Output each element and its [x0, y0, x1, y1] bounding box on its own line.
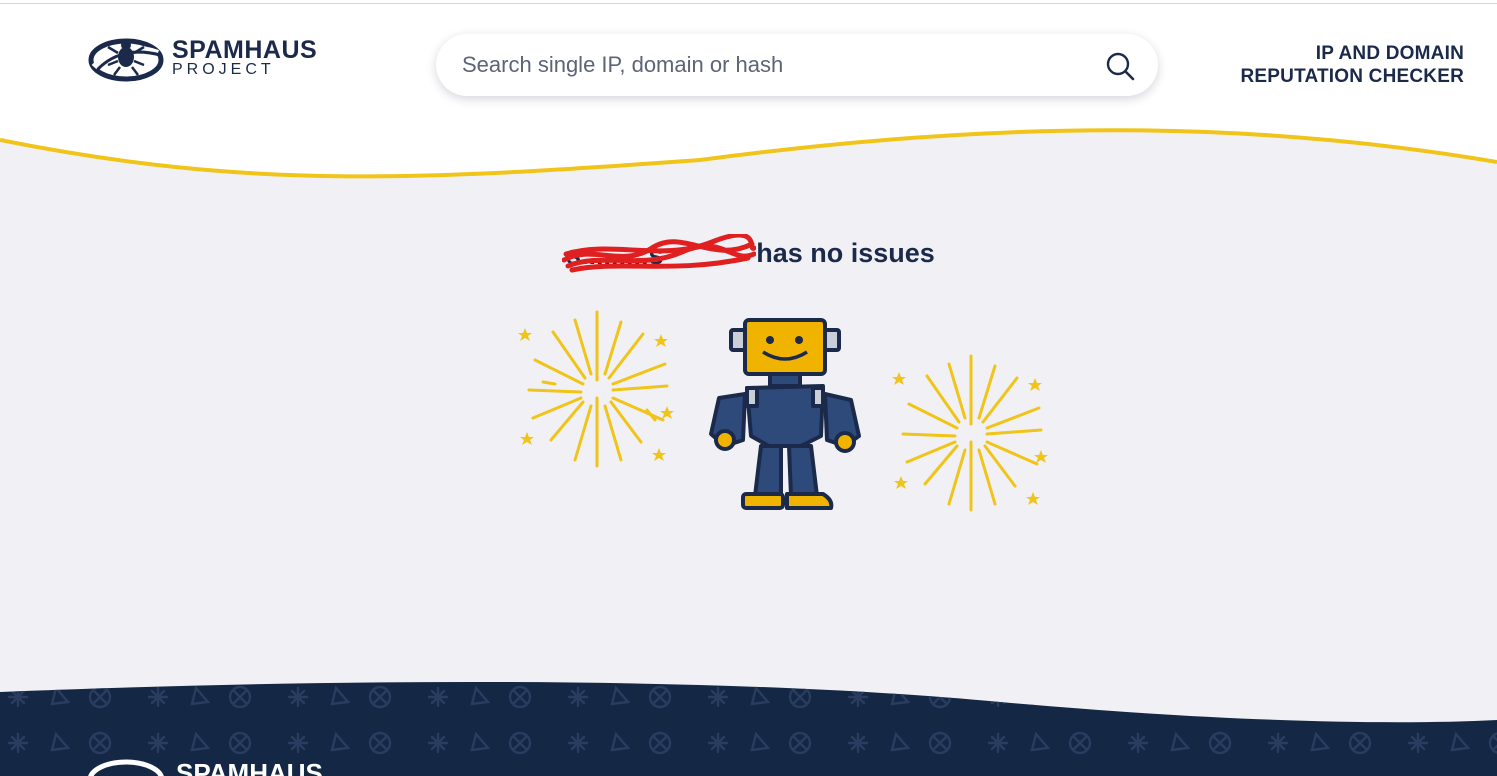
result-heading: s.........s has no issues	[0, 233, 1497, 273]
tagline-line-1: IP AND DOMAIN	[1315, 43, 1464, 64]
redacted-subject: s.........s	[562, 233, 757, 273]
header-wave-divider	[0, 110, 1497, 200]
firework-icon	[527, 310, 669, 468]
logo-sub: PROJECT	[172, 61, 275, 78]
tagline: IP AND DOMAIN REPUTATION CHECKER	[1240, 42, 1464, 88]
spamhaus-logo-icon	[88, 38, 164, 82]
logo-name: SPAMHAUS	[172, 36, 318, 64]
result-message: has no issues	[756, 238, 935, 268]
footer-logo-name: SPAMHAUS	[176, 758, 323, 776]
robot-illustration	[709, 318, 861, 510]
spamhaus-logo[interactable]: SPAMHAUS PROJECT	[88, 32, 378, 84]
search-icon[interactable]	[1104, 50, 1136, 82]
footer: SPAMHAUS	[0, 681, 1497, 776]
search-input[interactable]	[462, 52, 1062, 78]
firework-icon	[901, 354, 1043, 512]
tagline-line-2: REPUTATION CHECKER	[1240, 66, 1464, 87]
robot-celebration-illustration	[518, 310, 1048, 512]
search-box	[436, 34, 1158, 96]
